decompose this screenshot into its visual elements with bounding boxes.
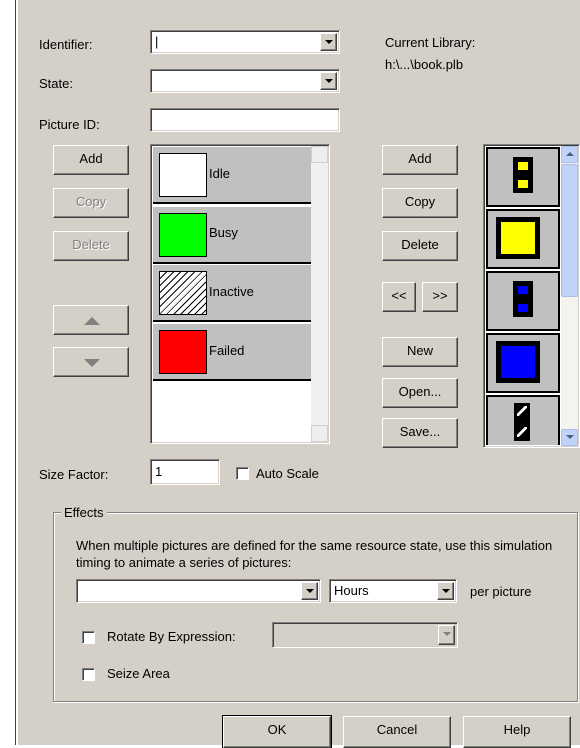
delete-library-picture-button[interactable]: Delete xyxy=(382,231,458,261)
yellow-square xyxy=(501,222,535,254)
identifier-dropdown-arrow-icon[interactable] xyxy=(320,33,337,51)
diagonal-square-bottom xyxy=(517,427,527,437)
up-arrow-icon xyxy=(84,317,100,325)
library-path: h:\...\book.plb xyxy=(385,57,464,72)
state-list-scrollbar[interactable] xyxy=(311,146,328,442)
delete-state-button[interactable]: Delete xyxy=(53,231,129,261)
state-label: State: xyxy=(39,76,73,91)
state-name: Failed xyxy=(209,343,245,358)
inactive-hatched-swatch xyxy=(159,271,207,315)
yellow-square-bottom xyxy=(518,180,528,188)
scroll-up-icon[interactable] xyxy=(311,146,328,163)
rotate-expression-combobox[interactable] xyxy=(272,622,458,648)
identifier-value: | xyxy=(155,34,159,49)
next-picture-button[interactable]: >> xyxy=(422,282,458,312)
state-name: Busy xyxy=(209,225,238,240)
move-down-button[interactable] xyxy=(53,347,129,377)
effects-description: When multiple pictures are defined for t… xyxy=(76,538,553,570)
help-button[interactable]: Help xyxy=(463,716,571,748)
library-picture-two-yellow-squares[interactable] xyxy=(486,147,560,207)
move-up-button[interactable] xyxy=(53,305,129,335)
new-library-button[interactable]: New xyxy=(382,337,458,367)
blue-square-top xyxy=(518,286,528,294)
seize-area-label: Seize Area xyxy=(107,666,170,681)
down-chevron-icon xyxy=(566,435,574,439)
rotate-by-expression-checkbox[interactable] xyxy=(82,631,95,644)
library-scroll-thumb[interactable] xyxy=(561,164,578,297)
units-dropdown-arrow-icon[interactable] xyxy=(437,582,454,600)
library-picture-two-blue-squares[interactable] xyxy=(486,271,560,331)
effects-group-title: Effects xyxy=(61,505,107,520)
library-scroll-up-icon[interactable] xyxy=(561,146,578,163)
yellow-square-top xyxy=(518,162,528,170)
identifier-combobox[interactable]: | xyxy=(150,30,340,54)
scroll-down-icon[interactable] xyxy=(311,425,328,442)
copy-library-picture-button[interactable]: Copy xyxy=(382,188,458,218)
state-row-failed[interactable]: Failed xyxy=(153,324,312,381)
units-value: Hours xyxy=(334,583,369,598)
state-name: Inactive xyxy=(209,284,254,299)
library-picture-yellow-square[interactable] xyxy=(486,209,560,269)
library-pictures xyxy=(486,147,562,445)
state-combobox[interactable] xyxy=(150,69,340,93)
open-library-button[interactable]: Open... xyxy=(382,378,458,408)
state-picture-list[interactable]: Idle Busy Inactive Failed xyxy=(150,144,330,444)
picture-editor-dialog: Identifier: | State: Picture ID: Current… xyxy=(16,0,580,748)
state-row-idle[interactable]: Idle xyxy=(153,147,312,204)
failed-swatch xyxy=(159,330,207,374)
state-list-content: Idle Busy Inactive Failed xyxy=(153,147,312,441)
previous-picture-button[interactable]: << xyxy=(382,282,416,312)
busy-swatch xyxy=(159,213,207,257)
size-factor-input[interactable]: 1 xyxy=(150,459,220,485)
library-picture-white-diagonal-squares[interactable] xyxy=(486,395,560,445)
timing-dropdown-arrow-icon[interactable] xyxy=(301,582,318,600)
up-chevron-icon xyxy=(566,152,574,156)
save-library-button[interactable]: Save... xyxy=(382,418,458,448)
blue-square-bottom xyxy=(518,304,528,312)
state-name: Idle xyxy=(209,166,230,181)
copy-state-button[interactable]: Copy xyxy=(53,188,129,218)
size-factor-label: Size Factor: xyxy=(39,467,109,482)
timing-combobox[interactable] xyxy=(76,579,321,603)
add-state-button[interactable]: Add xyxy=(53,145,129,175)
size-factor-value: 1 xyxy=(155,464,163,479)
blue-square xyxy=(501,346,535,378)
rotate-dropdown-arrow-icon[interactable] xyxy=(438,625,455,645)
diagonal-square-top xyxy=(517,406,527,416)
library-picture-list[interactable] xyxy=(483,144,580,448)
per-picture-label: per picture xyxy=(470,584,532,599)
auto-scale-checkbox[interactable] xyxy=(236,467,249,480)
down-arrow-icon xyxy=(84,359,100,367)
add-library-picture-button[interactable]: Add xyxy=(382,145,458,175)
picture-id-label: Picture ID: xyxy=(39,117,100,132)
identifier-label: Identifier: xyxy=(39,37,93,52)
rotate-by-expression-label: Rotate By Expression: xyxy=(107,629,236,644)
library-list-scrollbar[interactable] xyxy=(561,146,578,446)
auto-scale-label: Auto Scale xyxy=(256,466,319,481)
library-scroll-down-icon[interactable] xyxy=(561,429,578,446)
picture-id-input[interactable] xyxy=(150,108,340,132)
state-row-busy[interactable]: Busy xyxy=(153,207,312,264)
state-dropdown-arrow-icon[interactable] xyxy=(320,72,337,90)
state-row-inactive[interactable]: Inactive xyxy=(153,265,312,322)
cancel-button[interactable]: Cancel xyxy=(343,716,451,748)
ok-button[interactable]: OK xyxy=(222,715,332,748)
units-combobox[interactable]: Hours xyxy=(329,579,457,603)
idle-swatch xyxy=(159,153,207,197)
library-picture-blue-square[interactable] xyxy=(486,333,560,393)
current-library-label: Current Library: xyxy=(385,35,476,50)
seize-area-checkbox[interactable] xyxy=(82,668,95,681)
